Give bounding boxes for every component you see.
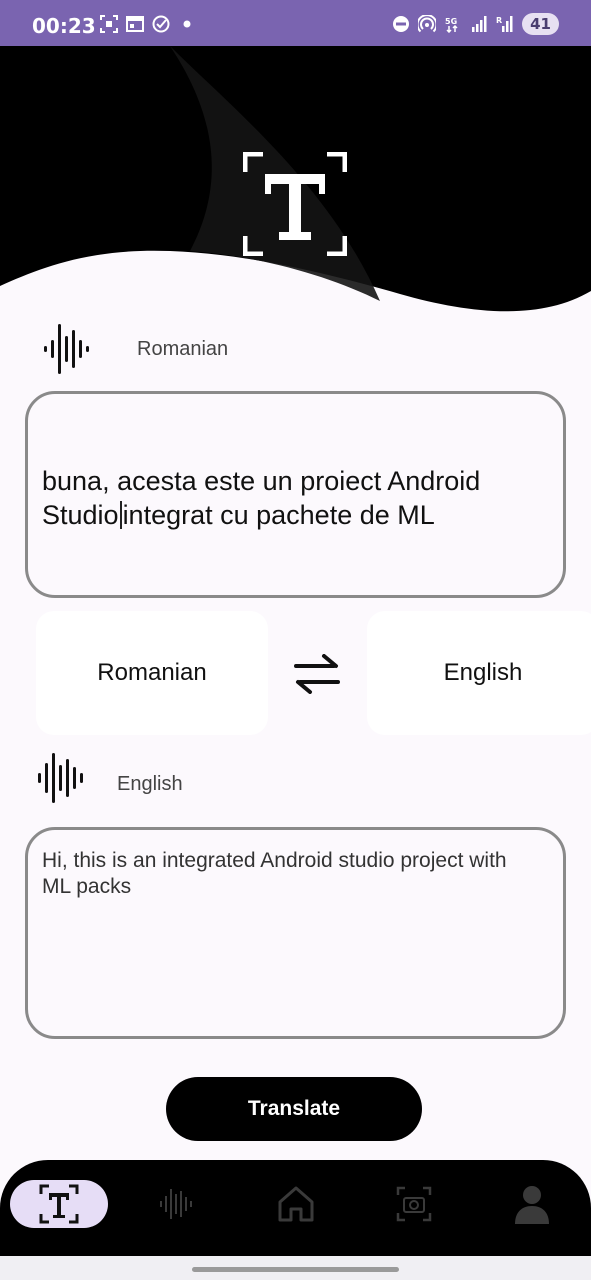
source-language-button[interactable]: Romanian bbox=[36, 611, 268, 735]
target-language-label: English bbox=[117, 772, 183, 795]
source-text-after-cursor: integrat cu pachete de ML bbox=[122, 500, 435, 530]
check-circle-icon bbox=[152, 15, 170, 33]
status-notification-icons bbox=[100, 15, 196, 33]
translate-button[interactable]: Translate bbox=[166, 1077, 422, 1141]
nav-item-profile[interactable] bbox=[508, 1180, 556, 1228]
target-text-output[interactable]: Hi, this is an integrated Android studio… bbox=[25, 827, 566, 1039]
nav-item-camera[interactable] bbox=[392, 1180, 436, 1228]
source-language-button-label: Romanian bbox=[97, 659, 207, 686]
svg-text:R: R bbox=[496, 16, 502, 25]
app-header bbox=[0, 46, 591, 326]
calendar-icon bbox=[126, 16, 144, 32]
target-language-button[interactable]: English bbox=[367, 611, 591, 735]
swap-arrows-icon[interactable] bbox=[294, 654, 340, 694]
target-language-button-label: English bbox=[443, 659, 523, 686]
nav-item-home[interactable] bbox=[274, 1180, 318, 1228]
hotspot-icon bbox=[418, 15, 437, 33]
source-language-row: Romanian bbox=[42, 324, 228, 374]
system-gesture-area bbox=[0, 1256, 591, 1280]
do-not-disturb-icon bbox=[393, 16, 410, 32]
audio-wave-icon[interactable] bbox=[36, 753, 86, 803]
audio-wave-icon bbox=[160, 1189, 192, 1219]
network-5g-icon: 5G bbox=[445, 17, 458, 33]
translated-text: Hi, this is an integrated Android studio… bbox=[42, 849, 507, 898]
signal-icon bbox=[472, 16, 487, 32]
text-recognition-icon bbox=[243, 152, 347, 256]
bottom-navigation bbox=[0, 1160, 591, 1260]
status-time: 00:23 bbox=[32, 14, 96, 38]
dot-icon bbox=[183, 20, 191, 28]
audio-wave-icon[interactable] bbox=[42, 324, 92, 374]
signal-roaming-icon: R bbox=[496, 16, 513, 32]
camera-icon bbox=[396, 1186, 432, 1222]
source-text[interactable]: buna, acesta este un proiect Android Stu… bbox=[42, 464, 523, 532]
text-cursor bbox=[119, 501, 122, 529]
svg-text:5G: 5G bbox=[445, 17, 457, 26]
translate-button-label: Translate bbox=[247, 1097, 341, 1120]
status-bar: 00:23 5G R 41 bbox=[0, 0, 591, 46]
home-icon bbox=[278, 1186, 314, 1222]
profile-icon bbox=[515, 1186, 549, 1224]
status-system-icons: 5G R 41 bbox=[392, 13, 559, 35]
nav-item-voice[interactable] bbox=[155, 1180, 199, 1228]
text-scan-icon bbox=[39, 1184, 79, 1224]
battery-level: 41 bbox=[522, 13, 559, 35]
screenshot-icon bbox=[100, 15, 118, 33]
source-text-input[interactable]: buna, acesta este un proiect Android Stu… bbox=[25, 391, 566, 598]
target-language-row: English bbox=[36, 753, 183, 803]
gesture-handle[interactable] bbox=[192, 1267, 399, 1272]
nav-item-text-scan[interactable] bbox=[10, 1180, 108, 1228]
source-language-label: Romanian bbox=[137, 337, 229, 360]
